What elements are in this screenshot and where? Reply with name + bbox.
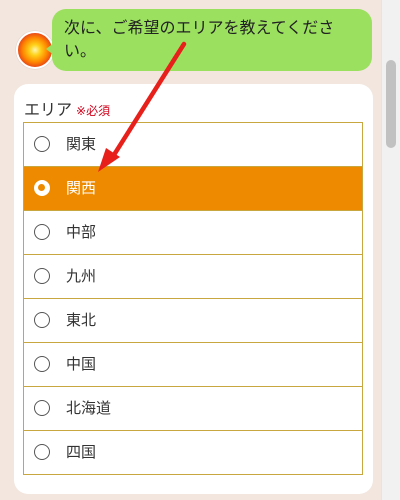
area-form-card: エリア ※必須 関東 関西 中部 九州 東北 中国 北海道 四国 [14, 84, 373, 494]
radio-button-icon[interactable] [34, 400, 50, 416]
area-option-label: 北海道 [66, 399, 112, 417]
area-option[interactable]: 関東 [24, 123, 362, 167]
area-option-label: 四国 [66, 443, 97, 461]
area-option[interactable]: 九州 [24, 255, 362, 299]
area-option-label: 中国 [66, 355, 97, 373]
scrollbar[interactable] [381, 0, 400, 500]
radio-button-icon[interactable] [34, 444, 50, 460]
area-option[interactable]: 関西 [24, 167, 362, 211]
chat-message-text: 次に、ご希望のエリアを教えてください。 [64, 18, 335, 60]
radio-button-icon[interactable] [34, 224, 50, 240]
radio-button-icon[interactable] [34, 180, 50, 196]
area-option[interactable]: 中部 [24, 211, 362, 255]
area-option[interactable]: 東北 [24, 299, 362, 343]
area-option-label: 関東 [66, 135, 97, 153]
radio-button-icon[interactable] [34, 356, 50, 372]
area-option[interactable]: 北海道 [24, 387, 362, 431]
chat-message-bubble: 次に、ご希望のエリアを教えてください。 [52, 9, 372, 71]
radio-button-icon[interactable] [34, 136, 50, 152]
required-mark: ※必須 [76, 104, 111, 118]
area-option-label: 関西 [66, 179, 97, 197]
area-option[interactable]: 四国 [24, 431, 362, 475]
area-options-list: 関東 関西 中部 九州 東北 中国 北海道 四国 [23, 122, 363, 475]
radio-dot-icon [38, 184, 45, 191]
field-label: エリア ※必須 [24, 96, 110, 120]
area-option-label: 東北 [66, 311, 97, 329]
area-option-label: 九州 [66, 267, 97, 285]
scroll-thumb[interactable] [386, 60, 396, 148]
radio-button-icon[interactable] [34, 312, 50, 328]
area-option-label: 中部 [66, 223, 97, 241]
radio-button-icon[interactable] [34, 268, 50, 284]
field-label-text: エリア [24, 100, 73, 119]
area-option[interactable]: 中国 [24, 343, 362, 387]
